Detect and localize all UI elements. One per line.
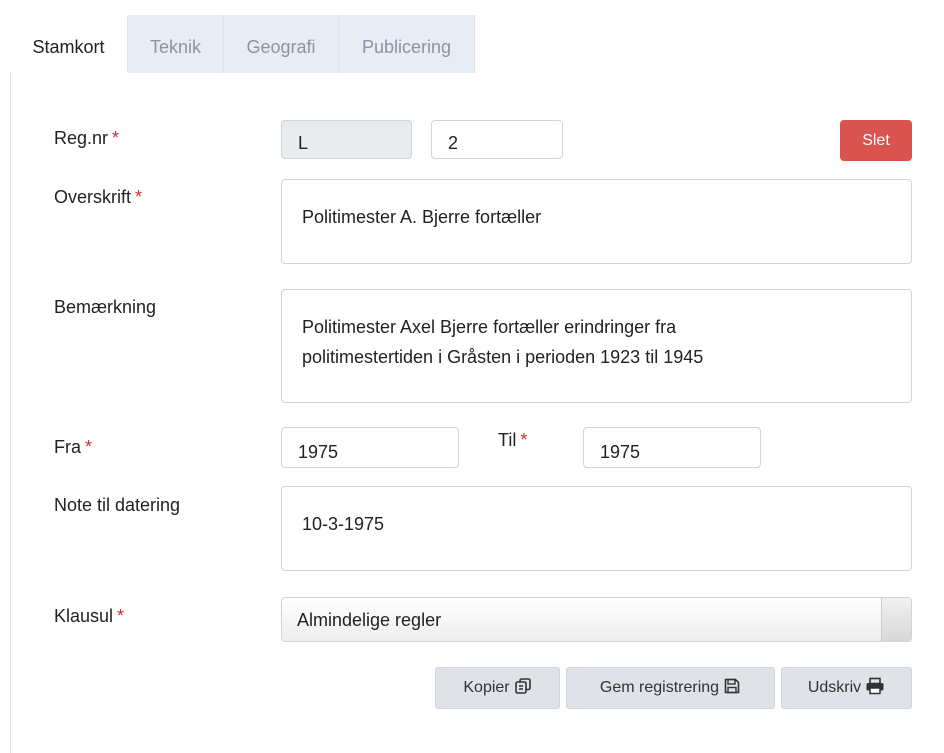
tab-geografi[interactable]: Geografi: [224, 15, 339, 73]
save-icon: [719, 678, 741, 696]
til-input[interactable]: 1975: [583, 427, 761, 468]
required-marker: *: [135, 187, 143, 207]
regnr-label: Reg.nr *: [54, 128, 119, 149]
overskrift-label-text: Overskrift: [54, 187, 132, 207]
regnr-label-text: Reg.nr: [54, 128, 109, 148]
regnr-prefix-field: L: [281, 120, 412, 159]
required-marker: *: [117, 606, 125, 626]
bemaerkning-label-text: Bemærkning: [54, 297, 157, 317]
bemaerkning-textarea[interactable]: Politimester Axel Bjerre fortæller erind…: [281, 289, 912, 403]
note-label-text: Note til datering: [54, 495, 181, 515]
til-label-text: Til: [498, 430, 517, 450]
required-marker: *: [520, 430, 528, 450]
copy-button[interactable]: Kopier: [435, 667, 560, 709]
select-dropdown-handle[interactable]: [881, 598, 911, 641]
page-top-strip: [0, 0, 944, 15]
save-button[interactable]: Gem registrering: [566, 667, 775, 709]
print-icon: [861, 677, 885, 696]
print-button-label: Udskriv: [807, 679, 862, 696]
overskrift-textarea[interactable]: Politimester A. Bjerre fortæller: [281, 179, 912, 264]
klausul-select[interactable]: Almindelige regler: [281, 597, 912, 642]
regnr-prefix-value: L: [298, 133, 309, 153]
copy-button-label: Kopier: [463, 679, 510, 696]
klausul-label-text: Klausul: [54, 606, 114, 626]
overskrift-value: Politimester A. Bjerre fortæller: [302, 207, 542, 227]
required-marker: *: [85, 437, 93, 457]
required-marker: *: [112, 128, 120, 148]
note-textarea[interactable]: 10-3-1975: [281, 486, 912, 571]
tab-teknik[interactable]: Teknik: [128, 15, 224, 73]
klausul-selected-value: Almindelige regler: [297, 610, 442, 630]
tab-stamkort[interactable]: Stamkort: [10, 15, 128, 73]
save-button-label: Gem registrering: [599, 679, 720, 696]
til-label: Til *: [498, 430, 527, 451]
panel-border: [10, 73, 11, 753]
print-button[interactable]: Udskriv: [781, 667, 912, 709]
klausul-label: Klausul *: [54, 606, 124, 627]
note-label: Note til datering: [54, 495, 180, 516]
fra-label: Fra *: [54, 437, 92, 458]
copy-icon: [510, 678, 532, 696]
til-value: 1975: [600, 442, 641, 462]
fra-label-text: Fra: [54, 437, 81, 457]
delete-button[interactable]: Slet: [840, 120, 912, 161]
fra-input[interactable]: 1975: [281, 427, 459, 468]
regnr-number-value: 2: [448, 133, 459, 153]
tab-publicering[interactable]: Publicering: [339, 15, 475, 73]
tab-bar: Stamkort Teknik Geografi Publicering: [10, 15, 944, 73]
overskrift-label: Overskrift *: [54, 187, 142, 208]
bemaerkning-label: Bemærkning: [54, 297, 156, 318]
fra-value: 1975: [298, 442, 339, 462]
tab-bar-filler: [475, 15, 944, 73]
regnr-number-field[interactable]: 2: [431, 120, 563, 159]
note-value: 10-3-1975: [302, 514, 385, 534]
bemaerkning-value: Politimester Axel Bjerre fortæller erind…: [302, 317, 704, 367]
